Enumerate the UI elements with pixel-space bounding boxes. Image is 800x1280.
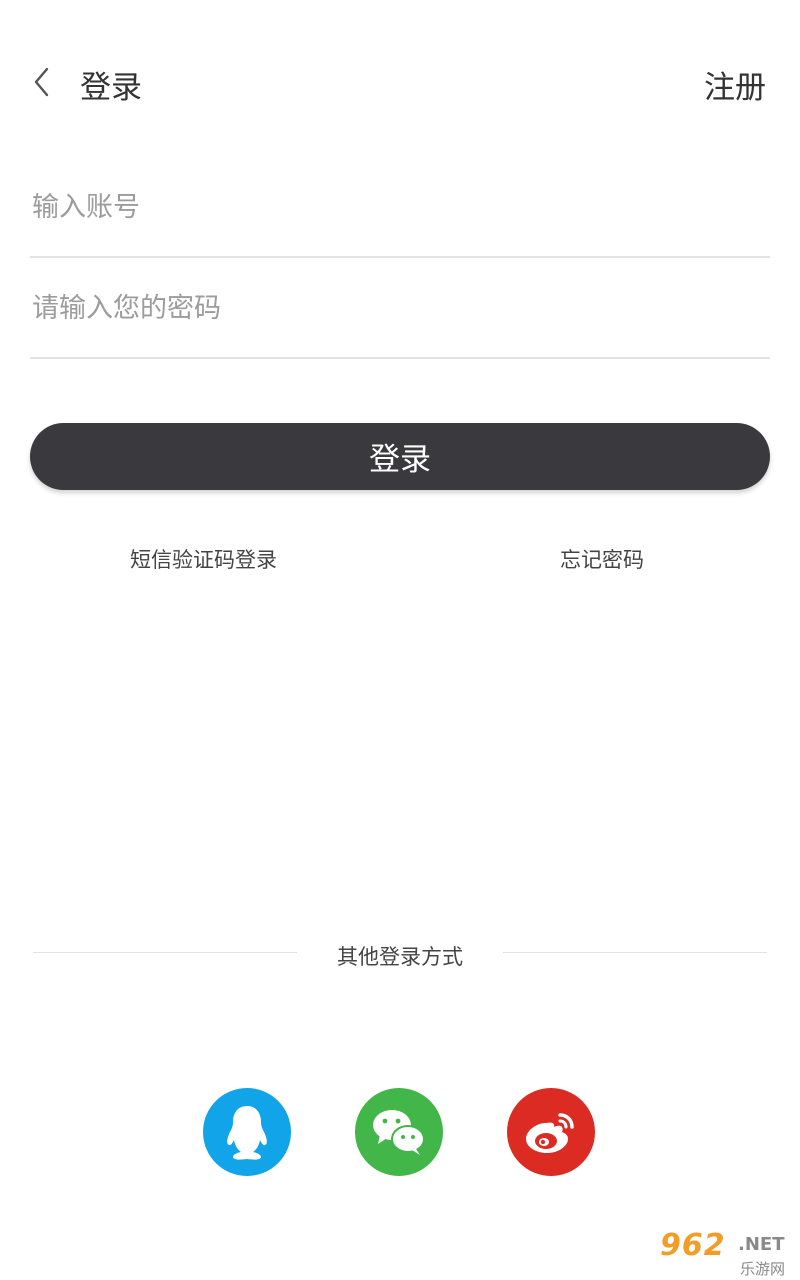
password-input[interactable] — [30, 259, 770, 357]
watermark-suffix: .NET — [738, 1234, 785, 1255]
account-input[interactable] — [30, 158, 770, 256]
forgot-password-link[interactable]: 忘记密码 — [560, 544, 644, 574]
other-login-divider: 其他登录方式 — [33, 938, 767, 969]
qq-penguin-icon — [227, 1106, 267, 1160]
login-button[interactable]: 登录 — [30, 423, 770, 490]
header-bar: 登录 注册 — [0, 0, 800, 165]
account-field — [30, 158, 770, 258]
chevron-left-icon — [34, 67, 49, 97]
watermark-cn: 乐游网 — [740, 1260, 786, 1278]
wechat-login-button[interactable] — [355, 1088, 443, 1176]
password-field — [30, 259, 770, 359]
watermark-number: 962 — [660, 1228, 726, 1263]
wechat-icon — [373, 1110, 425, 1155]
register-button[interactable]: 注册 — [704, 62, 766, 107]
back-button[interactable] — [22, 60, 62, 104]
qq-login-button[interactable] — [203, 1088, 291, 1176]
divider-right — [503, 952, 767, 953]
weibo-login-button[interactable] — [507, 1088, 595, 1176]
sms-login-link[interactable]: 短信验证码登录 — [130, 544, 277, 574]
page-title: 登录 — [80, 70, 142, 106]
watermark-logo: 962 .NET 乐游网 — [660, 1228, 794, 1278]
other-login-label: 其他登录方式 — [337, 945, 463, 969]
weibo-icon — [526, 1113, 574, 1153]
